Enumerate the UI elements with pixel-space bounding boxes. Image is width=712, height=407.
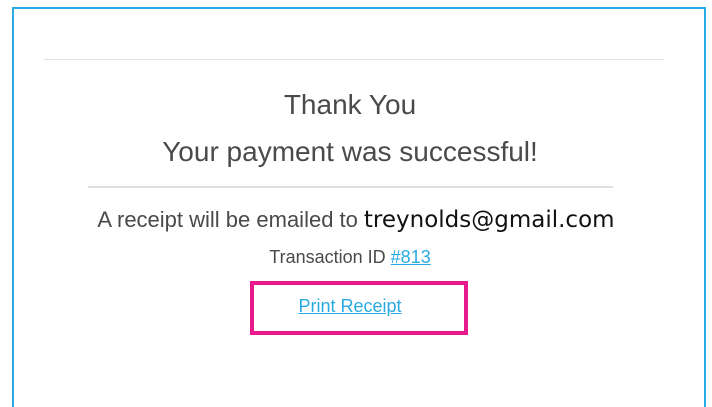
transaction-id-link[interactable]: #813 bbox=[391, 247, 431, 267]
transaction-line: Transaction ID #813 bbox=[0, 247, 700, 268]
section-divider bbox=[88, 186, 613, 188]
thank-you-heading: Thank You bbox=[283, 89, 417, 120]
receipt-notice-label: A receipt will be emailed to bbox=[97, 207, 358, 232]
payment-success-message: Your payment was successful! bbox=[162, 136, 538, 167]
receipt-notice: A receipt will be emailed to treynolds@gm… bbox=[0, 207, 712, 233]
top-divider bbox=[44, 59, 664, 60]
print-receipt-link[interactable]: Print Receipt bbox=[250, 281, 450, 335]
transaction-id-label: Transaction ID bbox=[269, 247, 386, 267]
receipt-email: treynolds@gmail.com bbox=[363, 207, 615, 233]
